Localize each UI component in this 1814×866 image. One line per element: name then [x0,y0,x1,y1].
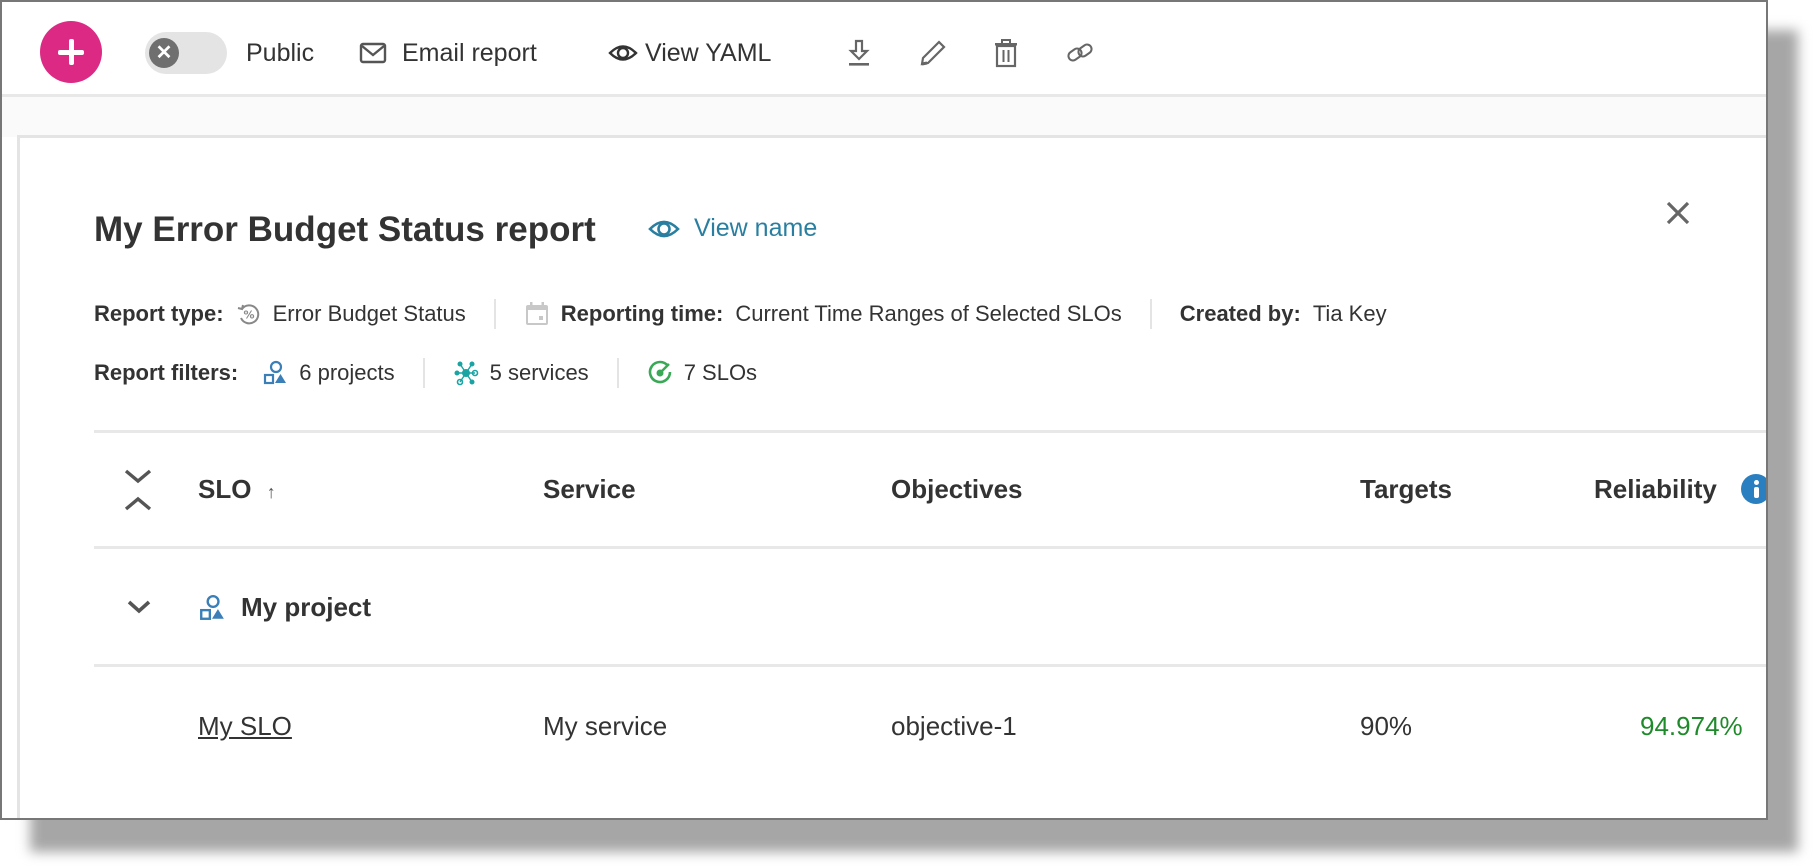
pencil-icon[interactable] [918,38,948,68]
divider [422,358,425,388]
group-toggle-button[interactable] [126,597,152,617]
table-top-border [94,430,1766,433]
group-bottom-border [94,664,1766,667]
report-filters-label: Report filters: [94,360,239,385]
chevron-down-icon [127,600,151,614]
column-header-slo[interactable]: SLO ↑ [198,474,276,505]
slos-filter[interactable]: 7 SLOs [684,360,757,386]
objective-cell: objective-1 [891,711,1017,741]
app-window: ✕ Public Email report View YAML My Error… [0,0,1768,820]
target-cell: 90% [1360,711,1413,741]
report-panel: My Error Budget Status report View name … [17,135,1766,818]
slo-icon [647,360,673,386]
close-button[interactable] [1663,198,1693,228]
svg-text:%: % [243,309,254,322]
column-header-slo-label: SLO [198,474,252,504]
project-icon [262,360,288,386]
column-header-service[interactable]: Service [543,474,636,505]
collapse-all-icon [124,469,152,511]
divider [616,358,619,388]
eye-icon[interactable] [608,38,638,68]
collapse-all-button[interactable] [123,467,153,513]
projects-filter[interactable]: 6 projects [299,360,394,386]
public-label: Public [246,39,315,67]
sort-ascending-icon: ↑ [266,482,276,502]
created-by-label: Created by: [1179,301,1301,326]
reporting-time-label: Reporting time: [560,301,724,326]
report-type-value: Error Budget Status [272,301,466,326]
reliability-cell: 94.974% [1640,711,1743,741]
close-icon [1666,201,1690,225]
envelope-icon[interactable] [358,38,388,68]
header-bottom-border [94,546,1766,549]
reporting-time-value: Current Time Ranges of Selected SLOs [735,301,1122,326]
services-icon [453,360,479,386]
group-project-name: My project [241,592,372,622]
add-button[interactable] [40,21,102,83]
trash-icon[interactable] [991,38,1021,68]
email-report-button[interactable]: Email report [402,39,537,67]
project-icon [198,594,226,622]
toggle-off-icon: ✕ [149,38,179,68]
services-filter[interactable]: 5 services [490,360,589,386]
report-meta-row: Report type: % Error Budget Status Repor… [94,299,1387,329]
public-toggle[interactable]: ✕ [145,32,227,74]
calendar-icon [524,301,550,327]
link-icon[interactable] [1065,38,1095,68]
column-header-targets[interactable]: Targets [1360,474,1452,505]
column-header-reliability[interactable]: Reliability [1594,474,1717,505]
created-by-value: Tia Key [1312,301,1387,326]
slo-link[interactable]: My SLO [198,711,292,742]
report-title: My Error Budget Status report [94,210,596,249]
toolbar: ✕ Public Email report View YAML [2,2,1766,97]
view-name-button[interactable]: View name [648,214,817,243]
download-icon[interactable] [844,38,874,68]
divider [1149,299,1152,329]
report-type-label: Report type: [94,301,224,326]
report-filters-row: Report filters: 6 projects 5 services 7 … [94,358,757,388]
view-yaml-button[interactable]: View YAML [645,39,771,67]
page-background [2,97,1766,137]
reliability-info-icon[interactable] [1741,474,1766,504]
error-budget-icon: % [236,301,262,327]
eye-icon [648,220,680,237]
service-cell: My service [543,711,668,741]
view-name-label: View name [694,214,818,242]
divider [493,299,496,329]
column-header-objectives[interactable]: Objectives [891,474,1023,505]
